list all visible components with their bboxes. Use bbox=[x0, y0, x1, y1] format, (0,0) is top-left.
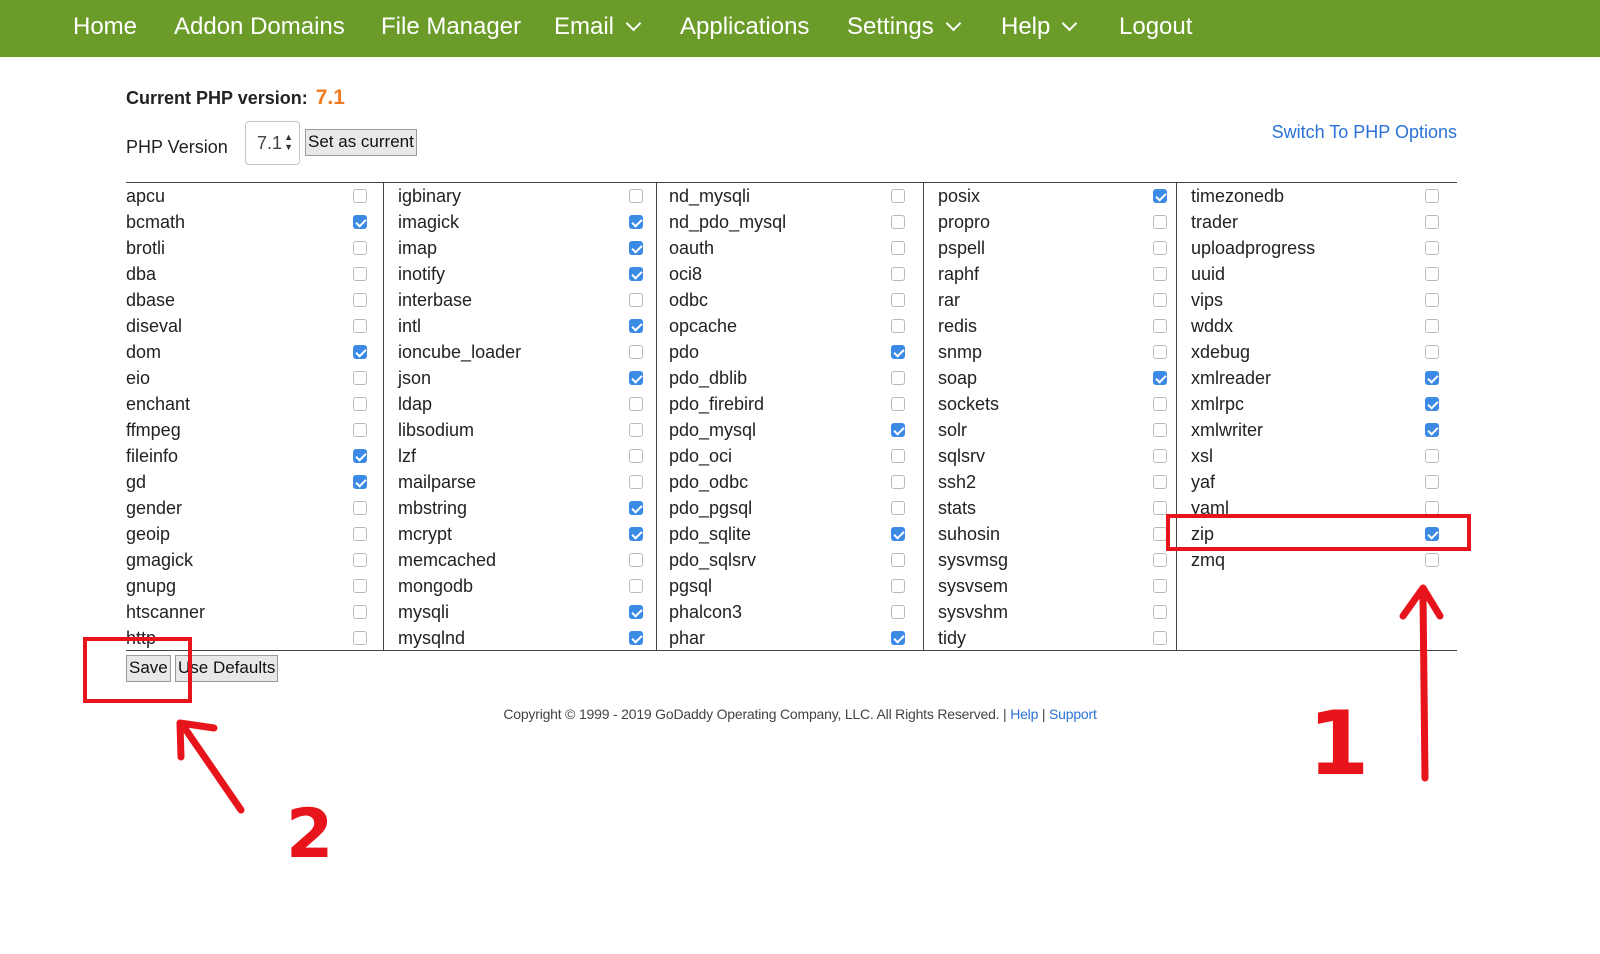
annotation-arrow-2 bbox=[176, 719, 245, 814]
annotation-arrows: 1 2 bbox=[176, 584, 1444, 874]
annotation-arrow-1 bbox=[1399, 584, 1444, 782]
annotation-marker-2: 2 bbox=[286, 795, 333, 874]
annotation-marker-1: 1 bbox=[1308, 692, 1369, 795]
